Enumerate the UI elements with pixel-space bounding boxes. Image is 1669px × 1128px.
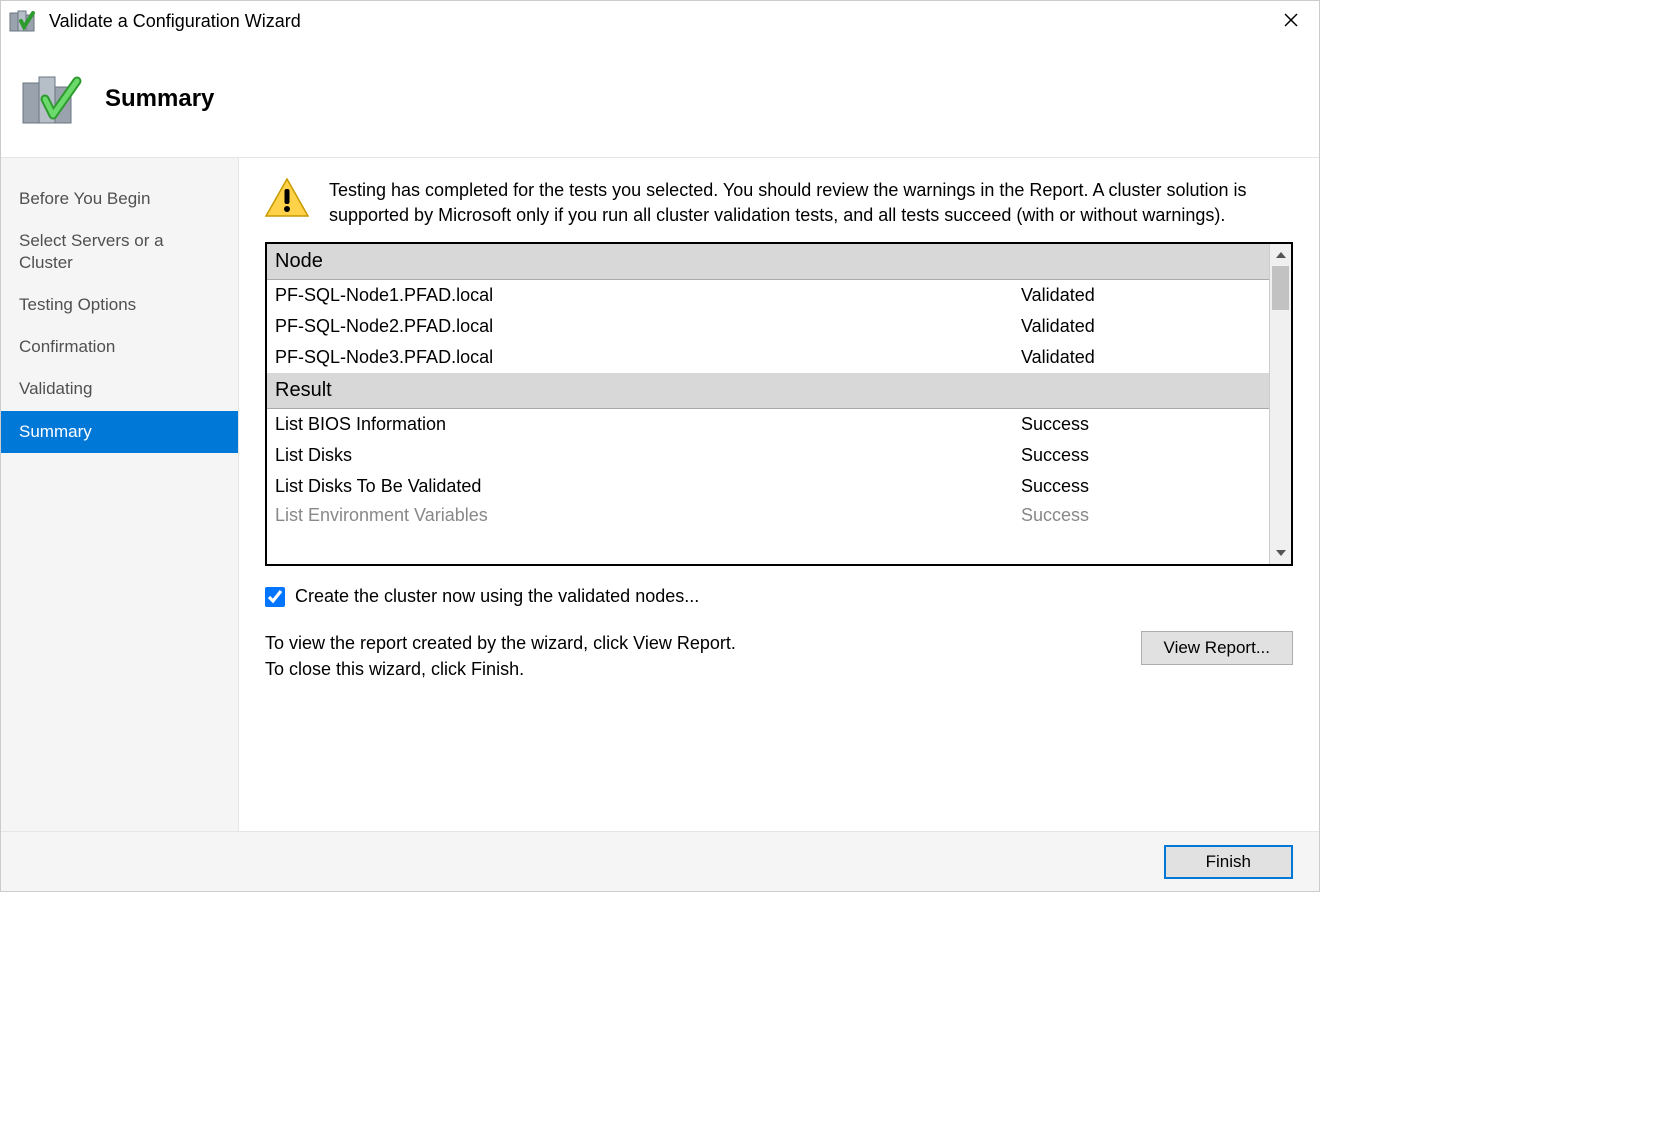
node-row: PF-SQL-Node2.PFAD.local Validated (267, 311, 1269, 342)
sidebar-item-confirmation[interactable]: Confirmation (1, 326, 238, 368)
node-row: PF-SQL-Node3.PFAD.local Validated (267, 342, 1269, 373)
help-text: To view the report created by the wizard… (265, 631, 736, 681)
result-row: List Disks To Be Validated Success (267, 471, 1269, 502)
close-icon (1284, 11, 1298, 32)
wizard-header: Summary (1, 41, 1319, 157)
help-line-2: To close this wizard, click Finish. (265, 657, 736, 682)
node-section-header: Node (267, 244, 1269, 280)
result-name: List Disks (275, 445, 1021, 466)
result-row: List Disks Success (267, 440, 1269, 471)
sidebar-item-select-servers[interactable]: Select Servers or a Cluster (1, 220, 238, 284)
close-button[interactable] (1271, 1, 1311, 41)
main-panel: Testing has completed for the tests you … (239, 158, 1319, 831)
sidebar-item-summary[interactable]: Summary (1, 411, 238, 453)
create-cluster-checkbox[interactable] (265, 587, 285, 607)
node-row: PF-SQL-Node1.PFAD.local Validated (267, 280, 1269, 311)
node-status: Validated (1021, 285, 1261, 306)
titlebar: Validate a Configuration Wizard (1, 1, 1319, 41)
result-status: Success (1021, 445, 1261, 466)
result-status: Success (1021, 505, 1261, 517)
wizard-steps-sidebar: Before You Begin Select Servers or a Clu… (1, 158, 239, 831)
view-report-button[interactable]: View Report... (1141, 631, 1293, 665)
warning-icon (265, 178, 309, 218)
window-title: Validate a Configuration Wizard (49, 11, 1271, 32)
scrollbar[interactable] (1269, 244, 1291, 564)
node-name: PF-SQL-Node3.PFAD.local (275, 347, 1021, 368)
finish-button[interactable]: Finish (1164, 845, 1293, 879)
page-title: Summary (105, 85, 214, 113)
content-area: Before You Begin Select Servers or a Clu… (1, 157, 1319, 831)
result-status: Success (1021, 476, 1261, 497)
sidebar-item-testing-options[interactable]: Testing Options (1, 284, 238, 326)
result-status: Success (1021, 414, 1261, 435)
info-row: Testing has completed for the tests you … (265, 178, 1293, 228)
results-list: Node PF-SQL-Node1.PFAD.local Validated P… (267, 244, 1269, 564)
node-name: PF-SQL-Node1.PFAD.local (275, 285, 1021, 306)
info-text: Testing has completed for the tests you … (329, 178, 1293, 228)
summary-icon (21, 71, 87, 127)
results-box: Node PF-SQL-Node1.PFAD.local Validated P… (265, 242, 1293, 566)
footer: Finish (1, 831, 1319, 891)
create-cluster-label: Create the cluster now using the validat… (295, 586, 699, 607)
result-section-header: Result (267, 373, 1269, 409)
help-line-1: To view the report created by the wizard… (265, 631, 736, 656)
result-name: List BIOS Information (275, 414, 1021, 435)
scroll-down-arrow[interactable] (1270, 542, 1291, 564)
node-name: PF-SQL-Node2.PFAD.local (275, 316, 1021, 337)
scroll-track[interactable] (1270, 266, 1291, 542)
scroll-up-arrow[interactable] (1270, 244, 1291, 266)
create-cluster-checkbox-row[interactable]: Create the cluster now using the validat… (265, 586, 1293, 607)
sidebar-item-validating[interactable]: Validating (1, 368, 238, 410)
result-name: List Disks To Be Validated (275, 476, 1021, 497)
result-row-partial: List Environment Variables Success (267, 502, 1269, 522)
result-name: List Environment Variables (275, 505, 1021, 517)
sidebar-item-before-you-begin[interactable]: Before You Begin (1, 178, 238, 220)
wizard-icon (9, 7, 37, 35)
scroll-thumb[interactable] (1272, 266, 1289, 310)
result-row: List BIOS Information Success (267, 409, 1269, 440)
node-status: Validated (1021, 316, 1261, 337)
help-row: To view the report created by the wizard… (265, 631, 1293, 681)
node-status: Validated (1021, 347, 1261, 368)
